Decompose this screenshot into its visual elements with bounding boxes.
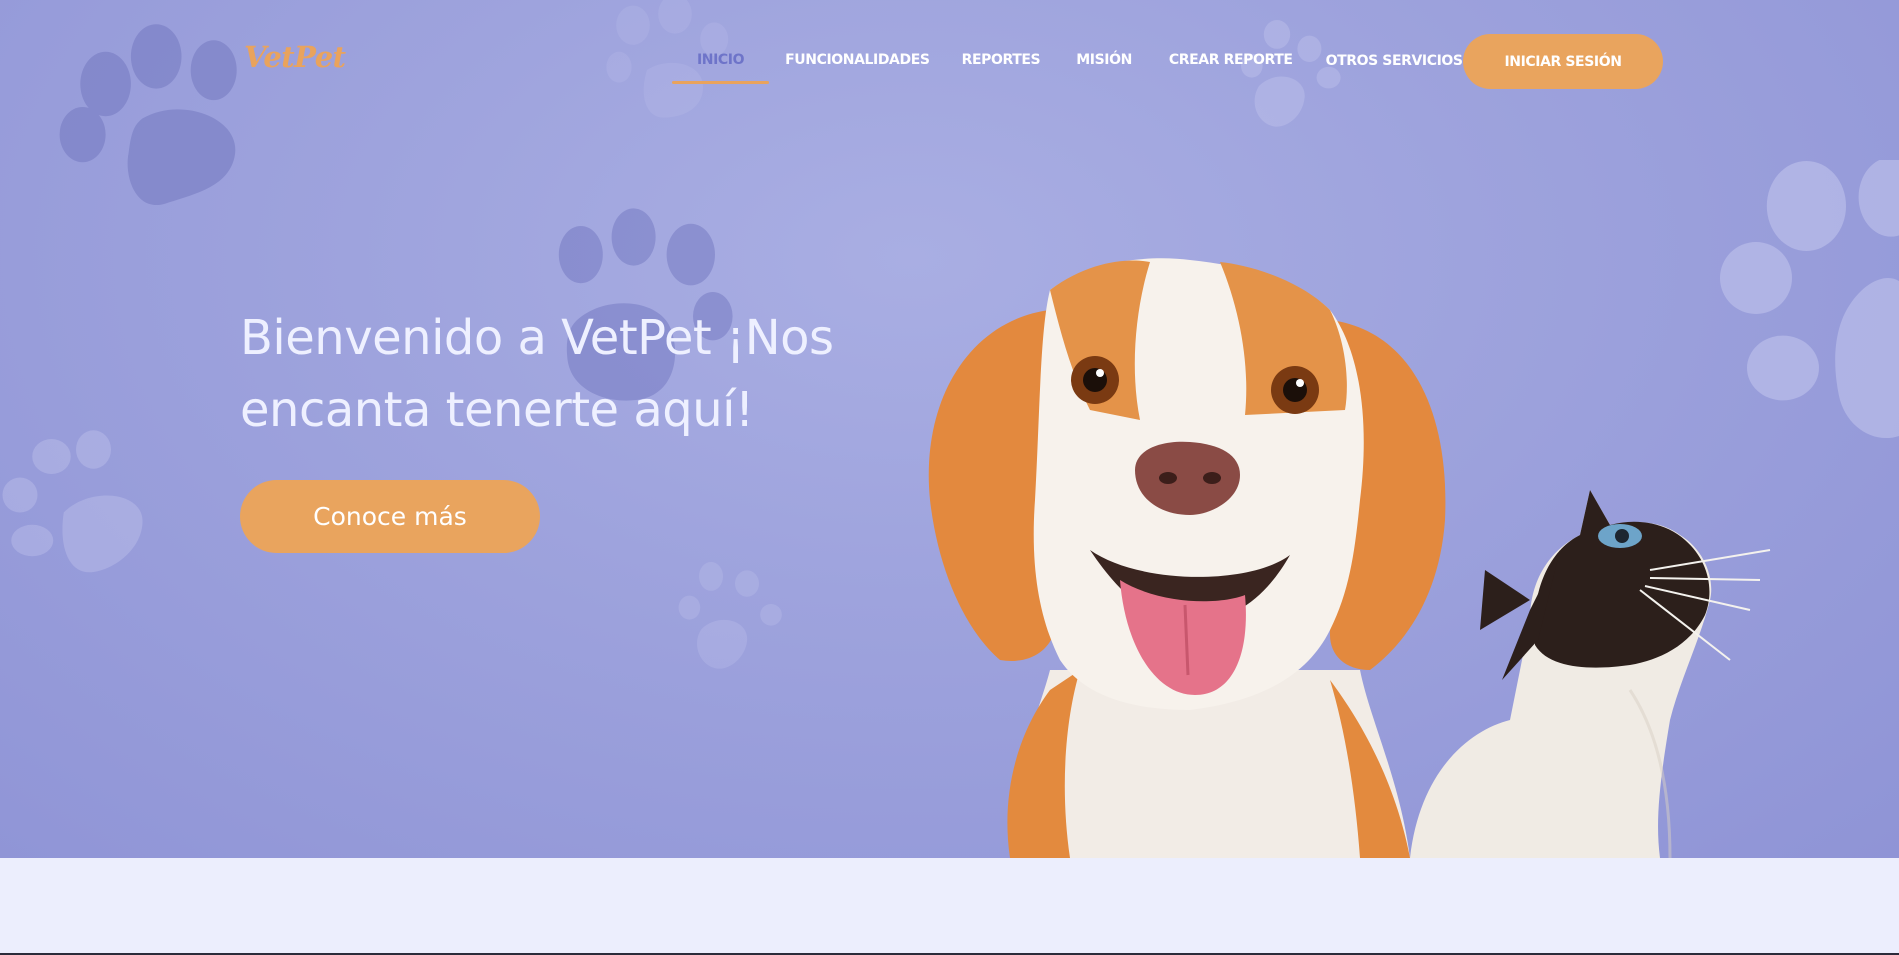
nav-item-label: CREAR REPORTE xyxy=(1168,52,1293,68)
nav-item-crear-reporte[interactable]: CREAR REPORTE xyxy=(1169,46,1293,86)
active-indicator xyxy=(672,81,770,84)
dog-and-cat-photo xyxy=(890,250,1899,858)
main-navigation: INICIO FUNCIONALIDADES REPORTES MISIÓN C… xyxy=(672,46,1491,86)
dog-illustration xyxy=(928,258,1446,858)
nav-item-label: OTROS SERVICIOS xyxy=(1325,53,1463,69)
paw-print-icon xyxy=(0,425,180,600)
cat-illustration xyxy=(1410,490,1771,858)
logo[interactable]: VetPet xyxy=(244,40,346,74)
nav-item-inicio[interactable]: INICIO xyxy=(672,46,770,86)
nav-item-funcionalidades[interactable]: FUNCIONALIDADES xyxy=(785,46,930,86)
nav-item-reportes[interactable]: REPORTES xyxy=(962,46,1041,86)
nav-item-label: FUNCIONALIDADES xyxy=(785,52,930,68)
nav-item-label: INICIO xyxy=(697,52,745,68)
paw-print-icon xyxy=(675,562,795,682)
hero-section: VetPet INICIO FUNCIONALIDADES REPORTES M… xyxy=(0,0,1899,858)
nav-item-label: REPORTES xyxy=(961,52,1041,68)
login-button[interactable]: INICIAR SESIÓN xyxy=(1463,34,1663,89)
hero-headline: Bienvenido a VetPet ¡Nos encanta tenerte… xyxy=(240,310,834,438)
learn-more-button[interactable]: Conoce más xyxy=(240,480,540,553)
nav-item-mision[interactable]: MISIÓN xyxy=(1076,46,1132,86)
nav-item-label: MISIÓN xyxy=(1076,52,1132,68)
next-section xyxy=(0,858,1899,953)
